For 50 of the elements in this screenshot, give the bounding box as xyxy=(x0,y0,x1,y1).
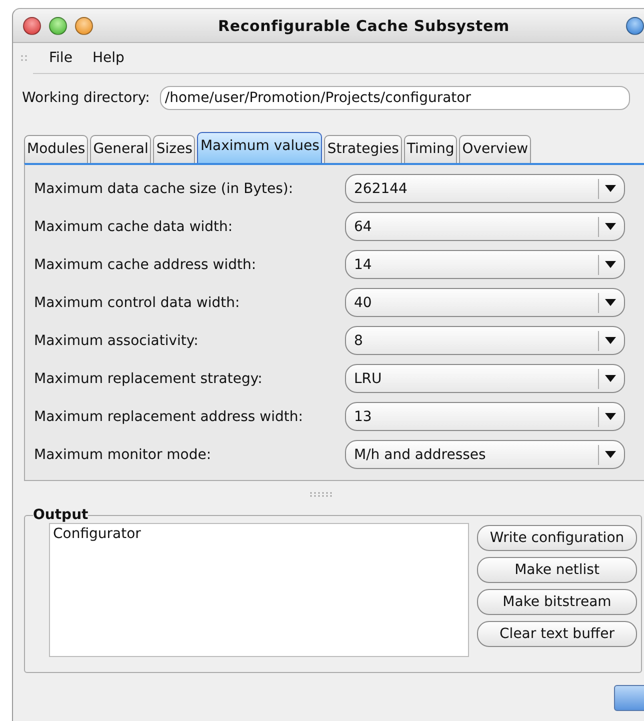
dropdown[interactable]: 14 xyxy=(345,250,625,279)
dropdown[interactable]: 8 xyxy=(345,326,625,355)
field-label: Maximum control data width: xyxy=(34,294,241,310)
caret-icon xyxy=(605,223,616,230)
output-text-area[interactable]: Configurator xyxy=(49,523,469,657)
caret-icon xyxy=(605,375,616,382)
field-label: Maximum data cache size (in Bytes): xyxy=(34,180,294,196)
action-button[interactable]: Make bitstream xyxy=(477,589,637,615)
menu-item[interactable]: File xyxy=(41,50,80,66)
maximize-button[interactable] xyxy=(49,16,67,34)
tab[interactable]: Timing xyxy=(404,135,458,163)
output-text: Configurator xyxy=(53,526,141,542)
field-label: Maximum replacement strategy: xyxy=(34,370,264,386)
minimize-button[interactable] xyxy=(75,16,93,34)
caret-icon xyxy=(605,185,616,192)
tab[interactable]: Strategies xyxy=(324,135,402,163)
grip-icon xyxy=(21,55,27,61)
action-button[interactable]: Clear text buffer xyxy=(477,621,637,647)
field-label: Maximum cache address width: xyxy=(34,256,258,272)
dropdown[interactable]: 40 xyxy=(345,288,625,317)
close-button[interactable] xyxy=(23,16,41,34)
caret-icon xyxy=(605,337,616,344)
directory-field[interactable]: /home/user/Promotion/Projects/configurator xyxy=(160,86,630,110)
caret-icon xyxy=(605,299,616,306)
field-label: Maximum monitor mode: xyxy=(34,446,212,462)
dropdown[interactable]: 262144 xyxy=(345,174,625,203)
tab[interactable]: Sizes xyxy=(153,135,196,163)
dropdown[interactable]: 64 xyxy=(345,212,625,241)
field-label: Working directory: xyxy=(22,90,150,106)
field-label: Maximum associativity: xyxy=(34,332,200,348)
group-title: Output xyxy=(33,507,88,523)
caret-icon xyxy=(605,413,616,420)
caret-icon xyxy=(605,261,616,268)
splitter-handle-icon[interactable] xyxy=(309,492,333,496)
tab[interactable]: Maximum values xyxy=(197,132,322,163)
dialog-button[interactable] xyxy=(614,685,644,711)
window-title: Reconfigurable Cache Subsystem xyxy=(218,16,510,34)
menu-item[interactable]: Help xyxy=(84,50,132,66)
caret-icon xyxy=(605,451,616,458)
action-button[interactable]: Write configuration xyxy=(477,525,637,551)
dropdown[interactable]: M/h and addresses xyxy=(345,440,625,469)
action-button[interactable]: Make netlist xyxy=(477,557,637,583)
dropdown[interactable]: 13 xyxy=(345,402,625,431)
dropdown[interactable]: LRU xyxy=(345,364,625,393)
tab[interactable]: Modules xyxy=(24,135,88,163)
field-label: Maximum replacement address width: xyxy=(34,408,304,424)
window-button[interactable] xyxy=(626,16,644,34)
tab[interactable]: General xyxy=(90,135,152,163)
tab[interactable]: Overview xyxy=(459,135,532,163)
field-label: Maximum cache data width: xyxy=(34,218,234,234)
